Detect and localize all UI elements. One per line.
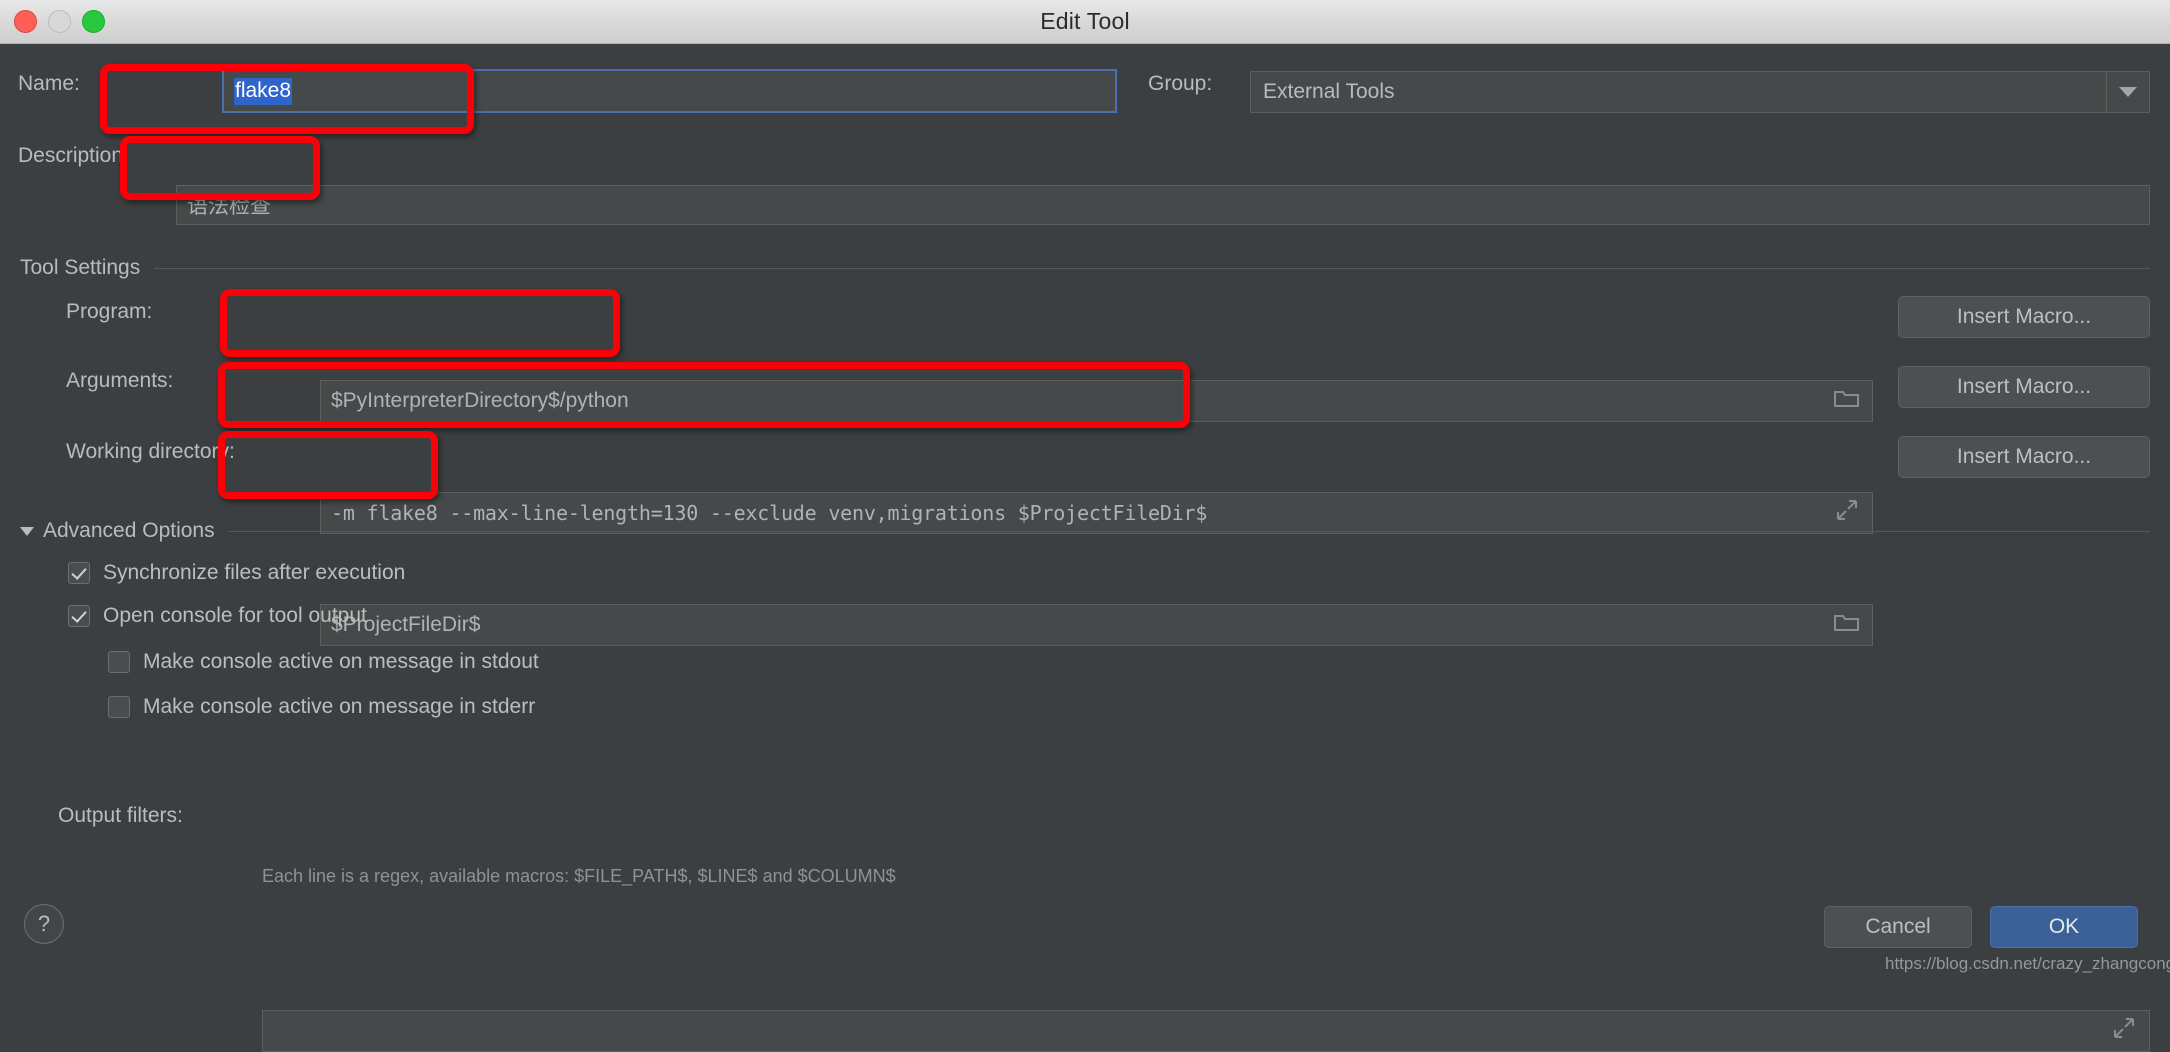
watermark: https://blog.csdn.net/crazy_zhangcong bbox=[1885, 954, 2170, 973]
group-combobox[interactable]: External Tools bbox=[1250, 71, 2150, 113]
checkbox-box[interactable] bbox=[108, 651, 130, 673]
checkbox-box[interactable] bbox=[108, 696, 130, 718]
description-input[interactable]: 语法检查 bbox=[176, 185, 2150, 225]
program-insert-macro-button[interactable]: Insert Macro... bbox=[1898, 296, 2150, 338]
name-row: Name: bbox=[18, 72, 218, 96]
checkbox-label: Make console active on message in stderr bbox=[143, 695, 536, 718]
program-input[interactable]: $PyInterpreterDirectory$/python bbox=[320, 380, 1873, 422]
section-divider bbox=[154, 267, 2150, 269]
program-insert-macro-label: Insert Macro... bbox=[1956, 305, 2092, 328]
checkbox-console-active-stdout[interactable]: Make console active on message in stdout bbox=[108, 650, 539, 674]
name-label: Name: bbox=[18, 72, 80, 95]
chevron-down-icon[interactable] bbox=[20, 526, 34, 536]
working-directory-label: Working directory: bbox=[66, 440, 235, 463]
group-row: Group: bbox=[1148, 72, 1212, 96]
help-icon: ? bbox=[37, 911, 51, 936]
checkbox-label: Open console for tool output bbox=[103, 604, 367, 627]
close-window-button[interactable] bbox=[14, 10, 37, 33]
checkbox-label: Make console active on message in stdout bbox=[143, 650, 539, 673]
output-filters-hint: Each line is a regex, available macros: … bbox=[262, 866, 896, 886]
output-filters-row: Output filters: bbox=[58, 804, 183, 828]
program-label: Program: bbox=[66, 300, 153, 323]
arguments-insert-macro-label: Insert Macro... bbox=[1956, 375, 2092, 398]
title-bar: Edit Tool bbox=[0, 0, 2170, 44]
minimize-window-button[interactable] bbox=[48, 10, 71, 33]
checkbox-box[interactable] bbox=[68, 562, 90, 584]
window-title: Edit Tool bbox=[1040, 8, 1130, 34]
group-combobox-value: External Tools bbox=[1263, 80, 1395, 103]
name-input[interactable]: flake8 bbox=[222, 69, 1117, 113]
program-input-value: $PyInterpreterDirectory$/python bbox=[331, 389, 629, 412]
cancel-button-label: Cancel bbox=[1865, 915, 1931, 938]
arguments-row: Arguments: bbox=[66, 369, 173, 393]
window-controls bbox=[14, 0, 105, 43]
working-directory-insert-macro-button[interactable]: Insert Macro... bbox=[1898, 436, 2150, 478]
section-divider bbox=[228, 530, 2150, 532]
folder-icon[interactable] bbox=[1834, 387, 1860, 415]
dialog-body: Name: flake8 Group: External Tools Descr… bbox=[0, 44, 2170, 1052]
folder-icon[interactable] bbox=[1834, 611, 1860, 639]
annotation-program-field bbox=[220, 289, 620, 357]
working-directory-insert-macro-label: Insert Macro... bbox=[1956, 445, 2092, 468]
description-input-value: 语法检查 bbox=[187, 195, 271, 218]
maximize-window-button[interactable] bbox=[82, 10, 105, 33]
chevron-down-icon[interactable] bbox=[2106, 72, 2149, 112]
advanced-options-label: Advanced Options bbox=[43, 519, 215, 542]
checkbox-open-console[interactable]: Open console for tool output bbox=[68, 604, 367, 628]
checkbox-console-active-stderr[interactable]: Make console active on message in stderr bbox=[108, 695, 535, 719]
annotation-working-directory-field bbox=[218, 431, 438, 499]
checkbox-box[interactable] bbox=[68, 605, 90, 627]
program-row: Program: bbox=[66, 300, 152, 324]
checkbox-synchronize-files[interactable]: Synchronize files after execution bbox=[68, 561, 405, 585]
output-filters-label: Output filters: bbox=[58, 804, 183, 827]
working-directory-input[interactable]: $ProjectFileDir$ bbox=[320, 604, 1873, 646]
working-directory-row: Working directory: bbox=[66, 440, 235, 464]
description-row: Description bbox=[18, 144, 123, 168]
checkbox-label: Synchronize files after execution bbox=[103, 561, 406, 584]
arguments-label: Arguments: bbox=[66, 369, 174, 392]
tool-settings-label: Tool Settings bbox=[20, 256, 141, 279]
advanced-options-section-header[interactable]: Advanced Options bbox=[20, 519, 2150, 543]
ok-button[interactable]: OK bbox=[1990, 906, 2138, 948]
group-label: Group: bbox=[1148, 72, 1213, 95]
expand-icon[interactable] bbox=[2111, 1016, 2137, 1046]
description-label: Description bbox=[18, 144, 124, 167]
cancel-button[interactable]: Cancel bbox=[1824, 906, 1972, 948]
ok-button-label: OK bbox=[2048, 915, 2080, 938]
help-button[interactable]: ? bbox=[24, 904, 64, 944]
edit-tool-dialog: Edit Tool Name: flake8 Group: External T… bbox=[0, 0, 2170, 1052]
tool-settings-section-header: Tool Settings bbox=[20, 256, 2150, 280]
arguments-insert-macro-button[interactable]: Insert Macro... bbox=[1898, 366, 2150, 408]
output-filters-input[interactable] bbox=[262, 1010, 2150, 1052]
name-input-value: flake8 bbox=[234, 77, 293, 105]
